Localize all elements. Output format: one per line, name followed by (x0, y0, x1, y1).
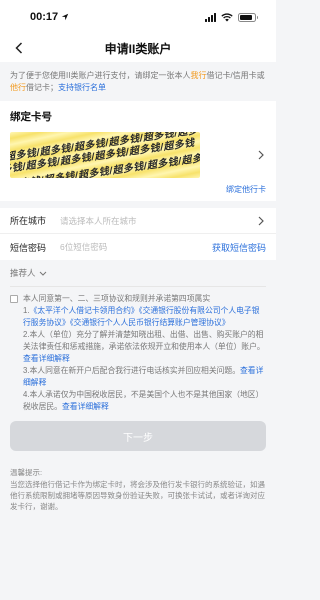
agreement-item-2: 2.本人（单位）充分了解并清楚知晓出租、出借、出售、购买账户的相关法律责任和惩戒… (23, 329, 266, 365)
card-number-row[interactable]: 超多钱/超多钱/超多钱/超多钱/超多钱/超多钱 超多钱/超多钱/超多钱/超多钱/… (10, 130, 266, 180)
form: 所在城市 短信密码 获取短信密码 (0, 208, 276, 260)
intro-part3: 借记卡； (26, 83, 58, 92)
bind-card-title: 绑定卡号 (10, 111, 52, 123)
referrer-toggle[interactable]: 推荐人 (0, 260, 276, 286)
time-text: 00:17 (30, 11, 59, 23)
battery-icon (238, 12, 258, 22)
city-input[interactable] (60, 215, 256, 226)
item-text: 3.本人同意在新开户后配合我行进行电话核实并回应相关问题。 (23, 366, 241, 375)
referrer-label: 推荐人 (10, 268, 36, 278)
intro-highlight-our-bank: 我行 (190, 71, 207, 80)
sms-code-input[interactable] (60, 242, 212, 252)
card-section: 绑定卡号 超多钱/超多钱/超多钱/超多钱/超多钱/超多钱 超多钱/超多钱/超多钱… (0, 101, 276, 201)
chevron-right-icon (256, 216, 266, 226)
agreement-intro: 本人同意第一、二、三项协议和规则并承诺第四项属实 (23, 294, 211, 303)
supported-banks-link[interactable]: 支持银行名单 (58, 83, 106, 92)
chevron-right-icon (256, 150, 266, 160)
next-button[interactable]: 下一步 (10, 421, 266, 451)
status-icons (205, 12, 258, 22)
wifi-icon (221, 12, 233, 22)
agreement-text: 本人同意第一、二、三项协议和规则并承诺第四项属实 1.《太平洋个人借记卡领用合约… (23, 293, 266, 413)
signal-icon (205, 12, 216, 22)
status-time: 00:17 (30, 11, 69, 23)
nav-bar: 申请II类账户 (0, 34, 276, 62)
view-details-link[interactable]: 查看详细解释 (23, 354, 70, 363)
bind-other-bank-link[interactable]: 绑定他行卡 (10, 184, 266, 195)
card-number-masked: 超多钱/超多钱/超多钱/超多钱/超多钱/超多钱 超多钱/超多钱/超多钱/超多钱/… (10, 132, 200, 178)
chevron-down-icon (39, 268, 47, 278)
agreement-block: 本人同意第一、二、三项协议和规则并承诺第四项属实 1.《太平洋个人借记卡领用合约… (0, 287, 276, 413)
tips-text: 当您选择他行借记卡作为绑定卡时，将会涉及他行发卡银行的系统验证，如遇他行系统限制… (10, 480, 265, 511)
city-label: 所在城市 (10, 216, 47, 226)
agreement-checkbox[interactable] (10, 295, 18, 303)
status-bar: 00:17 (0, 0, 276, 34)
intro-part2: 借记卡/信用卡或 (206, 71, 265, 80)
sms-row: 短信密码 获取短信密码 (0, 234, 276, 260)
intro-text: 为了便于您使用II类账户进行支付，请绑定一张本人我行借记卡/信用卡或他行借记卡；… (0, 62, 276, 101)
agreement-item-3: 3.本人同意在新开户后配合我行进行电话核实并回应相关问题。查看详细解释 (23, 365, 266, 389)
tips-title: 温馨提示: (10, 468, 43, 477)
chevron-left-icon (15, 42, 23, 54)
intro-highlight-other-bank: 他行 (10, 83, 26, 92)
item-text: 4.本人承诺仅为中国税收居民，不是美国个人也不是其他国家（地区）税收居民。 (23, 390, 264, 411)
back-button[interactable] (10, 39, 28, 57)
agreement-item-1: 1.《太平洋个人借记卡领用合约》《交通银行股份有限公司个人电子银行服务协议》《交… (23, 305, 266, 329)
get-sms-button[interactable]: 获取短信密码 (212, 241, 266, 254)
tips: 温馨提示: 当您选择他行借记卡作为绑定卡时，将会涉及他行发卡银行的系统验证，如遇… (0, 451, 276, 512)
agreement-item-4: 4.本人承诺仅为中国税收居民，不是美国个人也不是其他国家（地区）税收居民。查看详… (23, 389, 266, 413)
contract-links[interactable]: 《太平洋个人借记卡领用合约》《交通银行股份有限公司个人电子银行服务协议》《交通银… (23, 306, 260, 327)
page-title: 申请II类账户 (104, 41, 172, 56)
city-row[interactable]: 所在城市 (0, 208, 276, 234)
view-details-link[interactable]: 查看详细解释 (62, 402, 109, 411)
sms-label: 短信密码 (10, 242, 47, 253)
item-text: 2.本人（单位）充分了解并清楚知晓出租、出借、出售、购买账户的相关法律责任和惩戒… (23, 330, 265, 351)
intro-part1: 为了便于您使用II类账户进行支付，请绑定一张本人 (10, 71, 191, 80)
location-icon (61, 13, 69, 21)
